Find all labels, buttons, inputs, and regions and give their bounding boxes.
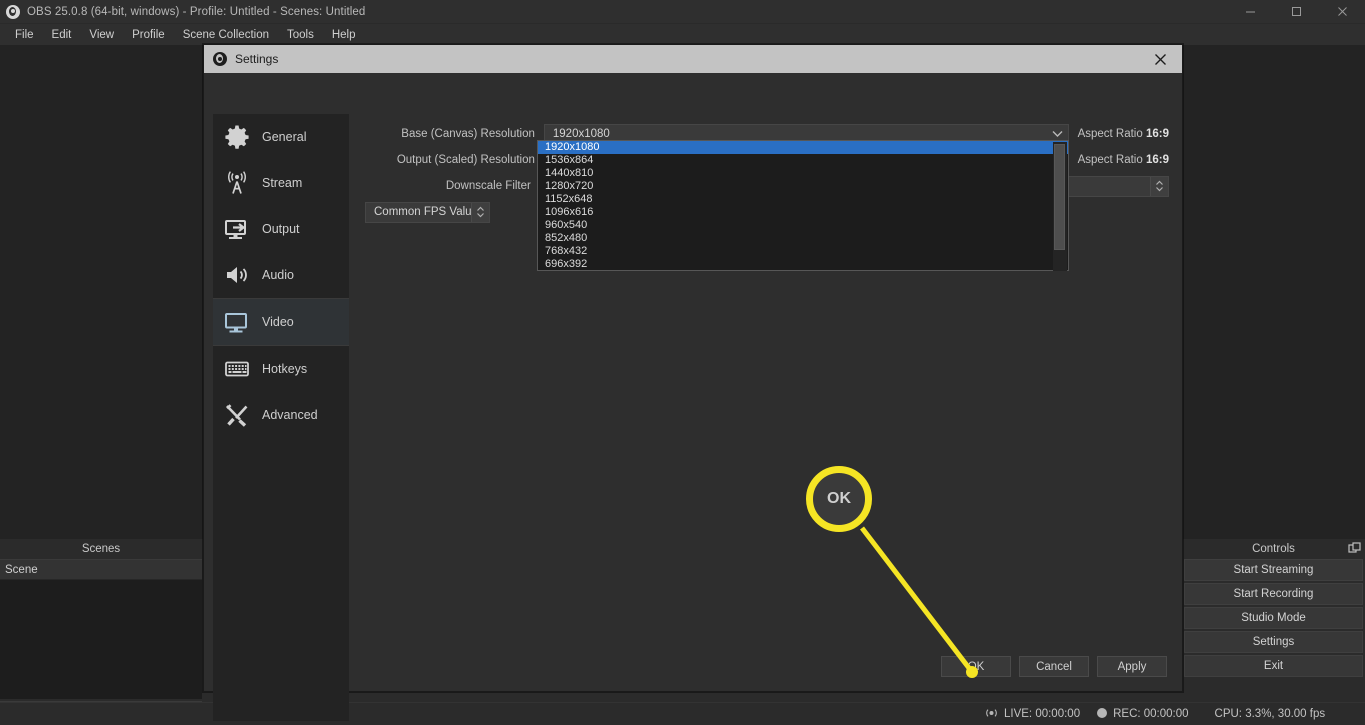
sidebar-item-label: Stream <box>262 176 303 190</box>
dropdown-scrollbar[interactable] <box>1053 142 1067 271</box>
menu-help[interactable]: Help <box>323 26 365 44</box>
scenes-dock-title: Scenes <box>0 539 202 559</box>
dropdown-option[interactable]: 768x432 <box>538 245 1068 258</box>
live-status: LIVE: 00:00:00 <box>984 707 1080 722</box>
obs-logo-icon <box>6 4 20 19</box>
dropdown-option[interactable]: 1920x1080 <box>538 141 1068 154</box>
studio-mode-button[interactable]: Studio Mode <box>1184 607 1363 629</box>
speaker-icon <box>223 261 251 289</box>
settings-dialog-title: Settings <box>235 52 279 66</box>
dialog-buttons: OK Cancel Apply <box>941 656 1167 677</box>
scenes-dock: Scenes Scene <box>0 539 202 725</box>
dropdown-option[interactable]: 1096x616 <box>538 206 1068 219</box>
undock-icon[interactable] <box>1348 542 1361 555</box>
sidebar-item-label: Audio <box>262 268 294 282</box>
menu-file[interactable]: File <box>6 26 43 44</box>
ok-button[interactable]: OK <box>941 656 1011 677</box>
sidebar-item-general[interactable]: General <box>213 114 349 160</box>
sidebar-item-label: General <box>262 130 307 144</box>
cpu-status: CPU: 3.3%, 30.00 fps <box>1215 708 1326 720</box>
cpu-text: CPU: 3.3%, 30.00 fps <box>1214 708 1326 720</box>
exit-button[interactable]: Exit <box>1184 655 1363 677</box>
dropdown-option[interactable]: 852x480 <box>538 232 1068 245</box>
sidebar-item-audio[interactable]: Audio <box>213 252 349 298</box>
dropdown-option[interactable]: 960x540 <box>538 219 1068 232</box>
apply-button[interactable]: Apply <box>1097 656 1167 677</box>
output-resolution-label: Output (Scaled) Resolution <box>396 154 535 166</box>
controls-dock-title-label: Controls <box>1252 543 1295 555</box>
sidebar-item-label: Output <box>262 222 300 236</box>
menubar: File Edit View Profile Scene Collection … <box>0 24 1365 45</box>
dropdown-scrollbar-thumb[interactable] <box>1054 144 1065 250</box>
cancel-button[interactable]: Cancel <box>1019 656 1089 677</box>
restore-icon[interactable] <box>1273 0 1319 24</box>
sidebar-item-label: Advanced <box>262 408 318 422</box>
window-title: OBS 25.0.8 (64-bit, windows) - Profile: … <box>27 5 366 18</box>
broadcast-icon <box>984 707 999 722</box>
sidebar-item-label: Hotkeys <box>262 362 308 376</box>
base-resolution-value: 1920x1080 <box>552 128 610 140</box>
settings-dialog-titlebar: Settings <box>204 45 1182 73</box>
obs-app-window: OBS 25.0.8 (64-bit, windows) - Profile: … <box>0 0 1365 725</box>
spinner-arrows-icon[interactable] <box>1150 176 1168 196</box>
list-item[interactable]: Scene <box>0 560 202 580</box>
output-aspect-value: 16:9 <box>1145 154 1169 166</box>
record-dot-icon <box>1096 707 1108 722</box>
downscale-filter-label: Downscale Filter <box>445 180 531 192</box>
dropdown-option[interactable]: 1280x720 <box>538 180 1068 193</box>
window-buttons <box>1227 0 1365 24</box>
output-aspect-ratio: Aspect Ratio 16:9 <box>1078 154 1169 166</box>
sidebar-item-video[interactable]: Video <box>213 299 349 345</box>
settings-nav: General Stream Output Audio Video Hotkey… <box>213 114 349 721</box>
base-aspect-value: 16:9 <box>1145 128 1169 140</box>
dropdown-option[interactable]: 1152x648 <box>538 193 1068 206</box>
monitor-arrow-icon <box>223 215 251 243</box>
base-aspect-label: Aspect Ratio <box>1077 128 1143 140</box>
monitor-icon <box>223 308 251 336</box>
left-background-panel <box>0 45 204 539</box>
gear-icon <box>223 123 251 151</box>
minimize-icon[interactable] <box>1227 0 1273 24</box>
dropdown-option[interactable]: 696x392 <box>538 258 1068 271</box>
fps-type-combobox[interactable]: Common FPS Values <box>365 201 490 223</box>
output-aspect-label: Aspect Ratio <box>1077 154 1143 166</box>
sidebar-item-stream[interactable]: Stream <box>213 160 349 206</box>
spinner-arrows-icon[interactable] <box>471 202 489 222</box>
close-icon[interactable] <box>1319 0 1365 24</box>
base-aspect-ratio: Aspect Ratio 16:9 <box>1078 128 1169 140</box>
menu-view[interactable]: View <box>80 26 123 44</box>
output-resolution-dropdown-list[interactable]: 1920x1080 1536x864 1440x810 1280x720 115… <box>537 140 1069 271</box>
controls-dock-title: Controls <box>1182 539 1365 559</box>
sidebar-item-label: Video <box>262 315 294 329</box>
obs-logo-icon <box>213 52 227 66</box>
fps-numerator-spinbox[interactable] <box>1061 175 1169 197</box>
sidebar-item-hotkeys[interactable]: Hotkeys <box>213 346 349 392</box>
base-resolution-label: Base (Canvas) Resolution <box>401 128 535 140</box>
sidebar-item-output[interactable]: Output <box>213 206 349 252</box>
start-recording-button[interactable]: Start Recording <box>1184 583 1363 605</box>
rec-time: REC: 00:00:00 <box>1113 708 1189 720</box>
start-streaming-button[interactable]: Start Streaming <box>1184 559 1363 581</box>
statusbar: LIVE: 00:00:00 REC: 00:00:00 CPU: 3.3%, … <box>0 702 1365 725</box>
scene-name: Scene <box>5 563 38 576</box>
controls-dock: Controls Start Streaming Start Recording… <box>1182 539 1365 725</box>
menu-tools[interactable]: Tools <box>278 26 323 44</box>
tools-icon <box>223 401 251 429</box>
sidebar-item-advanced[interactable]: Advanced <box>213 392 349 438</box>
right-background-panel <box>1182 45 1365 539</box>
menu-profile[interactable]: Profile <box>123 26 174 44</box>
keyboard-icon <box>223 355 251 383</box>
dropdown-option[interactable]: 1440x810 <box>538 167 1068 180</box>
menu-edit[interactable]: Edit <box>43 26 81 44</box>
menu-scene-collection[interactable]: Scene Collection <box>174 26 278 44</box>
settings-button[interactable]: Settings <box>1184 631 1363 653</box>
scenes-list[interactable]: Scene <box>0 559 202 699</box>
close-icon[interactable] <box>1138 45 1182 73</box>
window-titlebar: OBS 25.0.8 (64-bit, windows) - Profile: … <box>0 0 1365 24</box>
rec-status: REC: 00:00:00 <box>1096 707 1189 722</box>
live-time: LIVE: 00:00:00 <box>1004 708 1081 720</box>
fps-type-value: Common FPS Values <box>374 206 484 218</box>
dropdown-option[interactable]: 1536x864 <box>538 154 1068 167</box>
broadcast-tower-icon <box>223 169 251 197</box>
